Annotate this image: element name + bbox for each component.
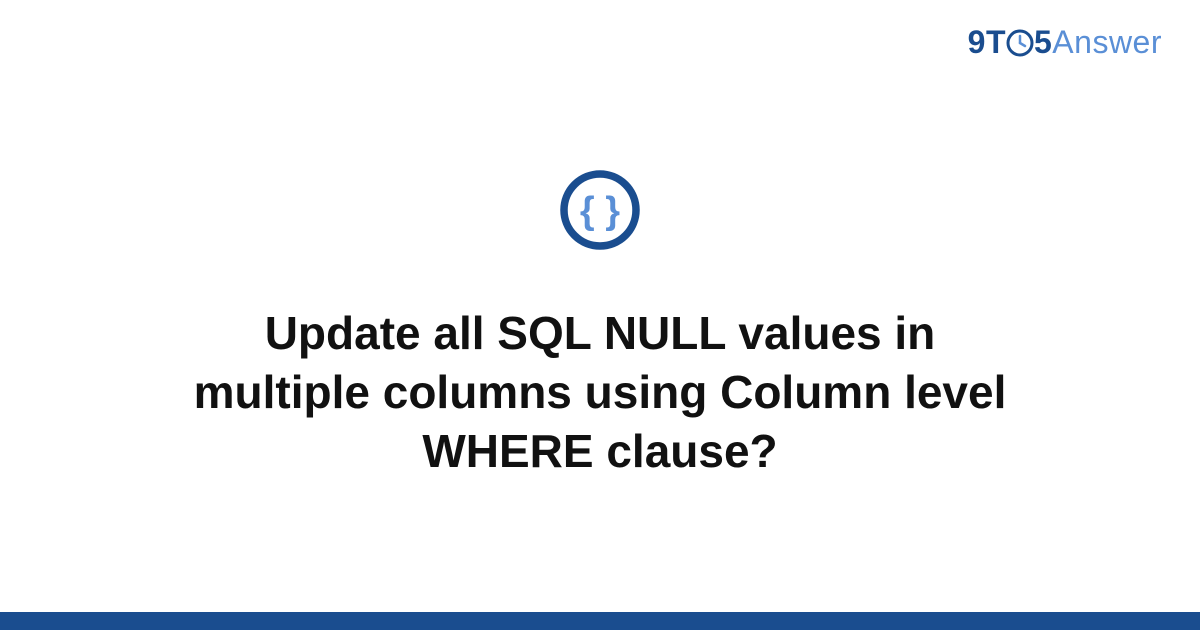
main-content: { } Update all SQL NULL values in multip… (0, 0, 1200, 630)
svg-text:{ }: { } (580, 190, 620, 232)
footer-accent-bar (0, 612, 1200, 630)
code-braces-icon: { } (559, 169, 641, 256)
page-title: Update all SQL NULL values in multiple c… (140, 304, 1060, 481)
